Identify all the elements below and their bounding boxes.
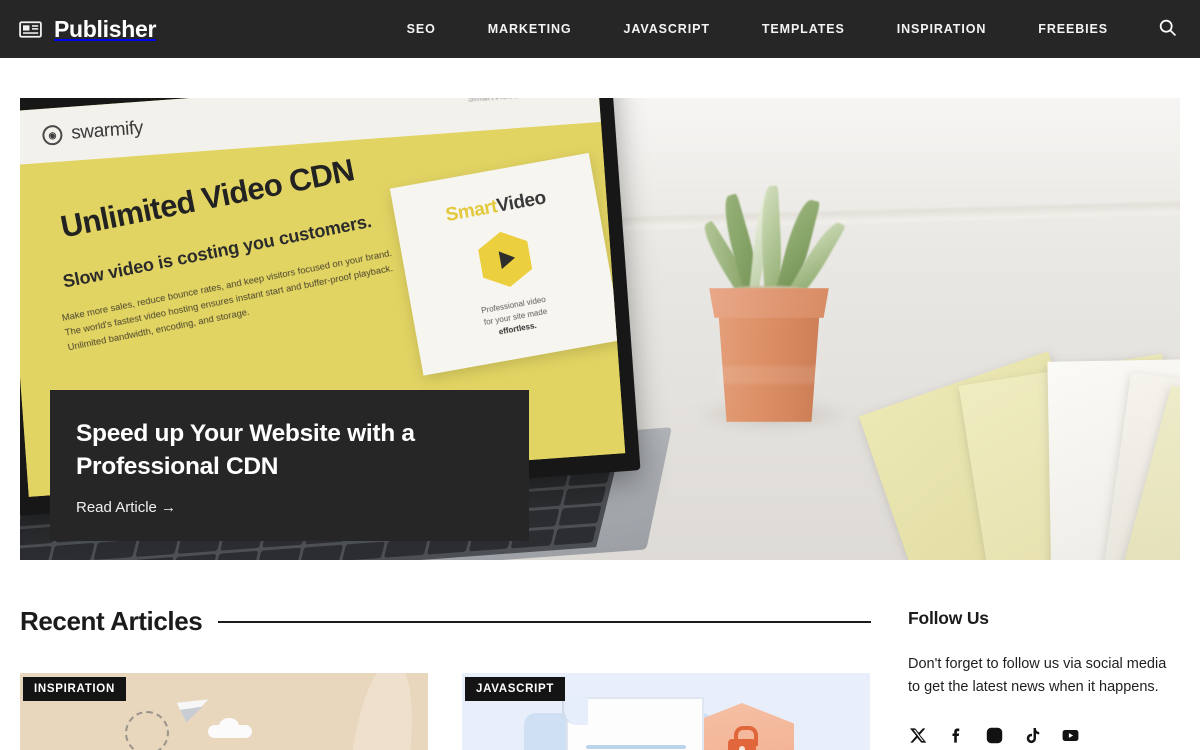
- instagram-icon[interactable]: [984, 726, 1004, 746]
- background-blob: [338, 673, 420, 750]
- category-badge[interactable]: INSPIRATION: [23, 677, 126, 701]
- nav-item-javascript[interactable]: JAVASCRIPT: [598, 22, 736, 36]
- main-nav: SEO MARKETING JAVASCRIPT TEMPLATES INSPI…: [381, 12, 1184, 46]
- pot-rim: [709, 288, 829, 318]
- swarmify-nav-hint: SmartVideo: [468, 98, 519, 104]
- newspaper-icon: [18, 17, 43, 42]
- hero-overlay: Speed up Your Website with a Professiona…: [50, 390, 529, 542]
- landing-body-text: Make more sales, reduce bounce rates, an…: [60, 246, 394, 353]
- x-icon[interactable]: [908, 726, 928, 746]
- smartvideo-title-smart: Smart: [444, 196, 499, 227]
- category-badge[interactable]: JAVASCRIPT: [465, 677, 566, 701]
- search-icon: [1157, 17, 1178, 41]
- sidebar: Follow Us Don't forget to follow us via …: [908, 606, 1180, 750]
- site-header: Publisher SEO MARKETING JAVASCRIPT TEMPL…: [0, 0, 1200, 58]
- smartvideo-title: SmartVideo: [444, 187, 548, 227]
- section-header: Recent Articles: [20, 606, 871, 637]
- hero-section: ◉ swarmify SmartVideo Unlimited Video CD…: [0, 58, 1200, 560]
- article-card-list: INSPIRATION JAVASCRIPT: [20, 673, 871, 750]
- nav-item-marketing[interactable]: MARKETING: [462, 22, 598, 36]
- brand-logo[interactable]: Publisher: [18, 16, 156, 43]
- nav-item-inspiration[interactable]: INSPIRATION: [871, 22, 1013, 36]
- youtube-icon[interactable]: [1060, 726, 1080, 746]
- social-links: [908, 726, 1180, 746]
- smartvideo-subtext: Professional video for your site made ef…: [480, 294, 551, 341]
- follow-us-title: Follow Us: [908, 608, 989, 628]
- swarmify-logo-icon: ◉: [41, 124, 64, 146]
- hero-read-article-link[interactable]: Read Article →: [76, 499, 176, 516]
- search-button[interactable]: [1150, 12, 1184, 46]
- cloud-icon: [208, 718, 252, 738]
- hero-title: Speed up Your Website with a Professiona…: [76, 420, 415, 480]
- main-column: Recent Articles INSPIRATION JAVASCRIPT: [20, 606, 871, 750]
- article-card[interactable]: INSPIRATION: [20, 673, 428, 750]
- page-title: Recent Articles: [20, 606, 203, 636]
- follow-us-text: Don't forget to follow us via social med…: [908, 656, 1167, 696]
- smartvideo-title-video: Video: [495, 187, 548, 217]
- article-card[interactable]: JAVASCRIPT: [462, 673, 870, 750]
- pot-highlight: [717, 366, 821, 384]
- nav-item-seo[interactable]: SEO: [381, 22, 462, 36]
- facebook-icon[interactable]: [946, 726, 966, 746]
- content-area: Recent Articles INSPIRATION JAVASCRIPT F…: [0, 560, 1200, 750]
- hero-image[interactable]: ◉ swarmify SmartVideo Unlimited Video CD…: [20, 98, 1180, 560]
- smartvideo-card: SmartVideo Professional video for your s…: [389, 152, 623, 376]
- hexagon-play-icon: [476, 227, 535, 291]
- lock-icon: [728, 726, 758, 750]
- section-divider: [218, 620, 871, 623]
- brand-name: Publisher: [54, 15, 157, 42]
- swarmify-brand: swarmify: [70, 117, 144, 144]
- nav-item-freebies[interactable]: FREEBIES: [1012, 22, 1134, 36]
- paper-airplane-icon: [176, 689, 214, 723]
- page-fold: [562, 695, 588, 725]
- nav-item-templates[interactable]: TEMPLATES: [736, 22, 871, 36]
- tiktok-icon[interactable]: [1022, 726, 1042, 746]
